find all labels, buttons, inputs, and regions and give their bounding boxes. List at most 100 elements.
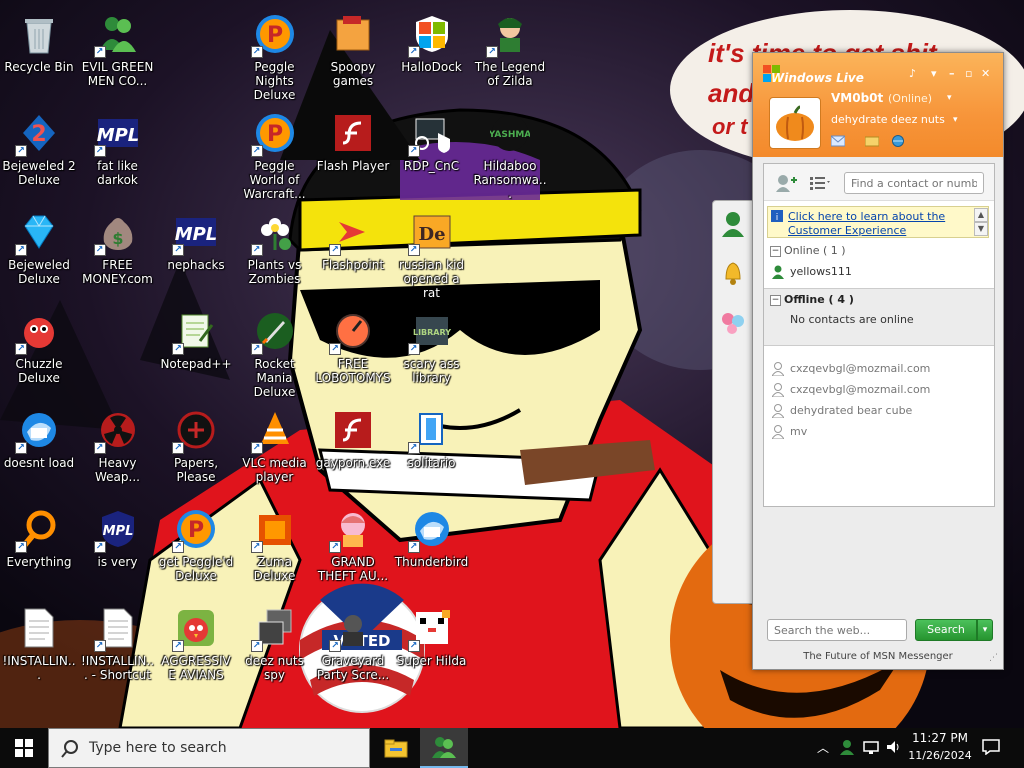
svg-text:MPL: MPL <box>175 224 218 245</box>
shortcut-arrow-icon: ↗ <box>250 244 263 256</box>
minimize-button[interactable]: – <box>949 67 955 80</box>
desktop-icon[interactable]: ↗ Graveyard Party Scre... <box>314 600 392 696</box>
shortcut-arrow-icon: ↗ <box>93 46 106 58</box>
contact-item[interactable]: cxzqevbgl@mozmail.com <box>790 383 930 396</box>
status-label[interactable]: (Online) <box>888 92 932 105</box>
desktop-icon[interactable]: ↗ Plants vs Zombies <box>236 204 314 300</box>
banner-scroll-down[interactable]: ▼ <box>974 222 988 236</box>
desktop-icon[interactable]: ↗ Thunderbird <box>393 501 471 597</box>
desktop-icon[interactable]: ↗ Zuma Deluxe <box>236 501 314 597</box>
desktop-icon[interactable]: ↗ EVIL GREEN MEN CO... <box>79 6 157 102</box>
alerts-tab[interactable] <box>718 257 748 287</box>
desktop-icon[interactable]: ↗ VLC media player <box>236 402 314 498</box>
tray-msn-icon[interactable] <box>838 738 856 756</box>
desktop-icon[interactable]: !INSTALLIN... <box>0 600 78 696</box>
desktop-icon[interactable]: ↗ !INSTALLIN... - Shortcut <box>79 600 157 696</box>
desktop-icon[interactable]: LIBRARY ↗ scary ass library <box>393 303 471 399</box>
desktop-icon[interactable]: 2 ↗ Bejeweled 2 Deluxe <box>0 105 78 201</box>
taskbar-file-explorer[interactable] <box>372 728 420 768</box>
desktop-icon[interactable]: P ↗ get Peggle'd Deluxe <box>157 501 235 597</box>
desktop-icon[interactable]: ↗ Super Hilda <box>393 600 471 696</box>
desktop-icon[interactable]: De ↗ russian kid opened a rat <box>393 204 471 300</box>
online-group-header[interactable]: Online ( 1 ) <box>784 244 846 257</box>
desktop-icon[interactable]: ↗ doesnt load <box>0 402 78 498</box>
maximize-button[interactable]: ▫ <box>965 67 972 80</box>
desktop-icon[interactable]: ↗ Everything <box>0 501 78 597</box>
desktop-icon-label: is very <box>97 555 138 569</box>
desktop-icon[interactable]: ↗ HalloDock <box>393 6 471 102</box>
close-button[interactable]: ✕ <box>981 67 990 80</box>
globe-icon[interactable] <box>891 135 905 147</box>
status-dropdown-icon[interactable]: ▾ <box>947 93 952 103</box>
contact-item[interactable]: dehydrated bear cube <box>790 404 912 417</box>
desktop-icon[interactable]: YASHMA Hildaboo Ransomwa... <box>471 105 549 201</box>
desktop-icon-label: EVIL GREEN MEN CO... <box>81 60 154 88</box>
network-icon[interactable] <box>862 738 880 756</box>
customer-experience-link[interactable]: Click here to learn about the Customer E… <box>788 210 968 238</box>
svg-text:LIBRARY: LIBRARY <box>412 328 450 337</box>
desktop-icon[interactable]: ↗ Rocket Mania Deluxe <box>236 303 314 399</box>
personal-message-dropdown-icon[interactable]: ▾ <box>953 115 958 125</box>
desktop-icon[interactable]: ↗ Papers, Please <box>157 402 235 498</box>
find-contact-input[interactable] <box>844 172 984 194</box>
recycle-bin-icon <box>17 12 61 56</box>
add-contact-icon[interactable] <box>774 174 798 192</box>
shortcut-arrow-icon: ↗ <box>407 343 420 355</box>
taskbar-search-box[interactable]: Type here to search <box>48 728 370 768</box>
volume-icon[interactable] <box>884 738 902 756</box>
desktop-icon[interactable]: ↗ Notepad++ <box>157 303 235 399</box>
desktop-icon[interactable]: ↗ AGGRESSIVE AVIANS <box>157 600 235 696</box>
desktop-icon[interactable]: MPL ↗ nephacks <box>157 204 235 300</box>
desktop-icon[interactable]: ↗ RDP_CnC <box>393 105 471 201</box>
clock-time[interactable]: 11:27 PM <box>905 731 975 745</box>
help-icon[interactable]: ♪ <box>909 67 916 80</box>
mail-icon[interactable] <box>831 135 845 147</box>
desktop-icon-label: FREE MONEY.com <box>82 258 153 286</box>
folder-icon[interactable] <box>865 135 879 147</box>
desktop-icon[interactable]: ↗ solitario <box>393 402 471 498</box>
offline-group-toggle[interactable]: − <box>770 295 781 306</box>
desktop-icon[interactable]: ↗ Heavy Weap... <box>79 402 157 498</box>
banner-scroll-up[interactable]: ▲ <box>974 208 988 222</box>
show-hidden-icons-chevron-icon[interactable]: ︿ <box>814 738 832 756</box>
desktop-icon[interactable]: ↗ GRAND THEFT AU... <box>314 501 392 597</box>
offline-group-header[interactable]: Offline ( 4 ) <box>784 293 854 306</box>
notification-center-icon[interactable] <box>982 738 1000 756</box>
search-button[interactable]: Search <box>915 619 977 641</box>
desktop-icon[interactable]: ↗ FREE LOBOTOMYS <box>314 303 392 399</box>
contact-item[interactable]: mv <box>790 425 807 438</box>
start-button[interactable] <box>0 728 48 768</box>
desktop-icon[interactable]: ↗ deez nuts spy <box>236 600 314 696</box>
list-options-icon[interactable] <box>808 174 832 192</box>
desktop-icon[interactable]: Flash Player <box>314 105 392 201</box>
web-search-input[interactable] <box>767 619 907 641</box>
desktop-icon[interactable]: P ↗ Peggle Nights Deluxe <box>236 6 314 102</box>
desktop-icon[interactable]: ↗ Chuzzle Deluxe <box>0 303 78 399</box>
personal-message[interactable]: dehydrate deez nuts <box>831 113 945 126</box>
customer-experience-banner[interactable]: i Click here to learn about the Customer… <box>767 206 989 238</box>
desktop-icon[interactable]: ↗ Bejeweled Deluxe <box>0 204 78 300</box>
contact-item[interactable]: yellows111 <box>790 265 852 278</box>
msn-messenger-window[interactable]: Windows Live ♪ ▾ – ▫ ✕ VM0b0t (Online) ▾… <box>752 52 1004 670</box>
desktop-icon[interactable]: gayporn.exe <box>314 402 392 498</box>
clock-date[interactable]: 11/26/2024 <box>905 749 975 762</box>
desktop-icon[interactable]: MPL ↗ fat like darkok <box>79 105 157 201</box>
desktop-icon[interactable]: Recycle Bin <box>0 6 78 102</box>
desktop-icon-label: Peggle Nights Deluxe <box>253 60 296 102</box>
desktop-icon[interactable]: ↗ The Legend of Zilda <box>471 6 549 102</box>
avatar[interactable] <box>769 97 821 149</box>
desktop-icon[interactable]: P ↗ Peggle World of Warcraft... <box>236 105 314 201</box>
spaces-tab[interactable] <box>718 307 748 337</box>
desktop-icon[interactable]: Spoopy games <box>314 6 392 102</box>
taskbar-msn-messenger[interactable] <box>420 728 468 768</box>
desktop-icon[interactable]: ↗ Flashpoint <box>314 204 392 300</box>
desktop-icon[interactable]: MPL ↗ is very <box>79 501 157 597</box>
search-options-dropdown[interactable]: ▾ <box>977 619 993 641</box>
contact-item[interactable]: cxzqevbgl@mozmail.com <box>790 362 930 375</box>
display-name[interactable]: VM0b0t <box>831 91 883 105</box>
resize-grip-icon[interactable]: ⋰ <box>989 653 998 663</box>
contacts-tab[interactable] <box>718 209 748 239</box>
online-group-toggle[interactable]: − <box>770 246 781 257</box>
desktop-icon[interactable]: $ ↗ FREE MONEY.com <box>79 204 157 300</box>
menu-dropdown-icon[interactable]: ▾ <box>931 67 937 80</box>
